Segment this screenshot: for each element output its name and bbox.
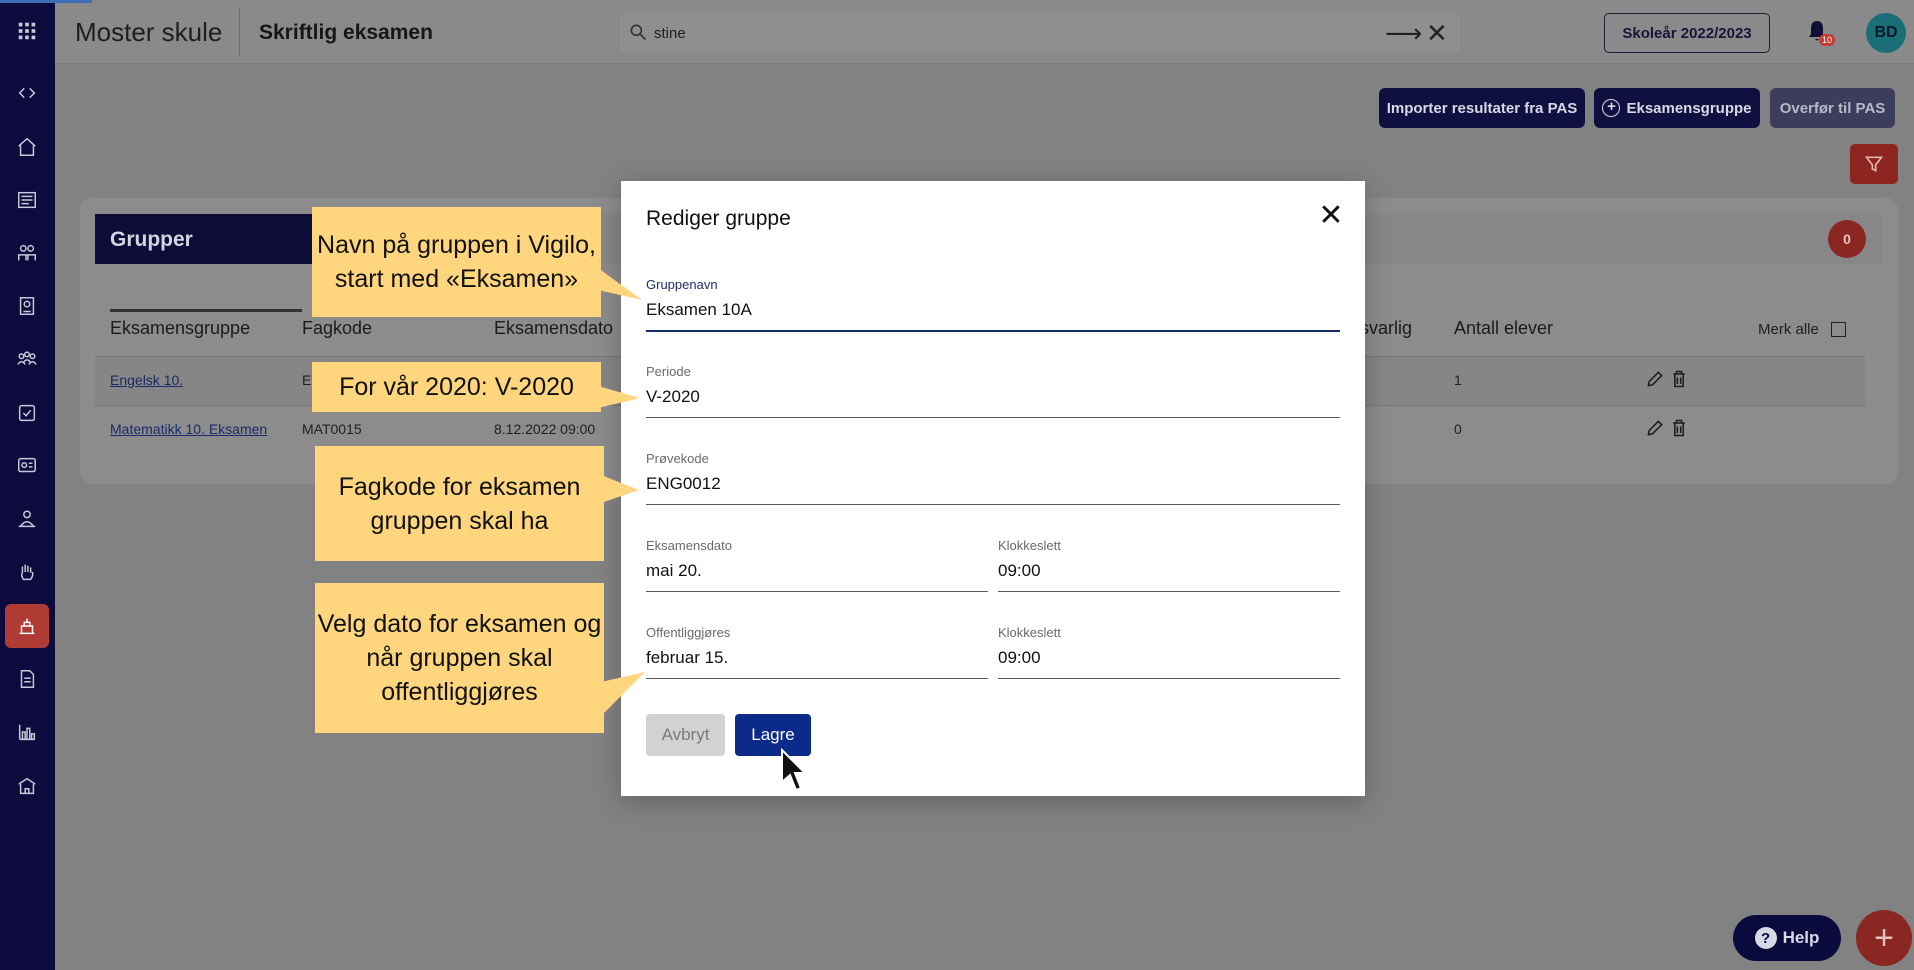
count-badge: 0 — [1828, 220, 1866, 258]
help-label: Help — [1782, 928, 1820, 947]
filter-icon — [1864, 156, 1884, 173]
dialog-title: Rediger gruppe — [646, 207, 791, 230]
edit-icon[interactable] — [1645, 418, 1665, 438]
publish-time-field[interactable]: Klokkeslett 09:00 — [998, 625, 1340, 679]
search-icon — [628, 22, 650, 44]
group-name-field[interactable]: Gruppenavn Eksamen 10A — [646, 277, 1340, 332]
exam-date-field[interactable]: Eksamensdato mai 20. — [646, 538, 988, 592]
classroom-icon[interactable] — [12, 451, 42, 481]
add-exam-group-button[interactable]: + Eksamensgruppe — [1594, 88, 1760, 128]
chart-icon[interactable] — [12, 717, 42, 747]
add-exam-group-label: Eksamensgruppe — [1626, 99, 1752, 117]
group-name-label: Gruppenavn — [646, 277, 718, 292]
callout-pointer — [601, 475, 639, 503]
publish-time-input[interactable]: 09:00 — [998, 648, 1340, 679]
avatar[interactable]: BD — [1866, 13, 1906, 53]
group-code: MAT0015 — [302, 421, 362, 437]
close-icon[interactable]: ✕ — [1315, 199, 1347, 232]
callout-pointer — [598, 386, 640, 408]
school-name: Moster skule — [75, 17, 223, 47]
edit-icon[interactable] — [1645, 369, 1665, 389]
row-actions — [1645, 418, 1695, 440]
plus-circle-icon: + — [1602, 99, 1621, 117]
exam-date-input[interactable]: mai 20. — [646, 561, 988, 592]
hand-icon[interactable] — [12, 557, 42, 587]
publish-date-input[interactable]: februar 15. — [646, 648, 988, 679]
search-input[interactable] — [654, 22, 1254, 44]
question-icon: ? — [1754, 927, 1777, 949]
test-code-label: Prøvekode — [646, 451, 709, 466]
mouse-cursor-icon — [781, 748, 808, 792]
groups-title: Grupper — [95, 214, 315, 264]
app-grid-icon[interactable] — [12, 16, 42, 46]
divider — [239, 8, 240, 56]
notification-count: 10 — [1819, 34, 1836, 46]
bell-icon[interactable]: 10 — [1805, 18, 1836, 48]
transfer-to-pas-button[interactable]: Overfør til PAS — [1770, 88, 1895, 128]
period-label: Periode — [646, 364, 691, 379]
group-link[interactable]: Matematikk 10. Eksamen — [110, 421, 267, 437]
exam-time-input[interactable]: 09:00 — [998, 561, 1340, 592]
column-header-responsible[interactable]: svarlig — [1360, 318, 1412, 339]
exam-date-label: Eksamensdato — [646, 538, 732, 553]
callout-pointer — [598, 268, 642, 300]
clear-search-icon[interactable]: ✕ — [1426, 18, 1448, 49]
edit-group-dialog: Rediger gruppe ✕ Gruppenavn Eksamen 10A … — [621, 181, 1365, 796]
arrow-right-icon[interactable]: ⟶ — [1385, 18, 1422, 49]
select-all-label: Merk alle — [1758, 321, 1819, 338]
trash-icon[interactable] — [1669, 369, 1689, 389]
column-header-student-count[interactable]: Antall elever — [1454, 318, 1553, 339]
top-bar: Moster skule Skriftlig eksamen ⟶ ✕ Skole… — [55, 0, 1914, 64]
person-icon[interactable] — [12, 504, 42, 534]
callout-period: For vår 2020: V-2020 — [312, 362, 601, 412]
import-results-button[interactable]: Importer resultater fra PAS — [1379, 88, 1585, 128]
add-fab-button[interactable]: + — [1856, 910, 1912, 966]
school-year-button[interactable]: Skoleår 2022/2023 — [1604, 13, 1770, 53]
badge-icon[interactable] — [12, 291, 42, 321]
search-bar: ⟶ ✕ — [620, 14, 1460, 52]
sort-indicator — [110, 309, 302, 312]
row-actions — [1645, 369, 1695, 391]
group-code: E — [302, 372, 312, 388]
select-all-checkbox[interactable] — [1831, 322, 1846, 337]
group-count: 1 — [1454, 372, 1462, 388]
document-icon[interactable] — [12, 664, 42, 694]
callout-pointer — [601, 672, 645, 716]
publish-date-label: Offentliggjøres — [646, 625, 731, 640]
tasks-icon[interactable] — [12, 398, 42, 428]
exam-icon[interactable] — [5, 604, 49, 648]
exam-time-label: Klokkeslett — [998, 538, 1061, 553]
period-field[interactable]: Periode V-2020 — [646, 364, 1340, 418]
groups-icon[interactable] — [12, 238, 42, 268]
group-name-input[interactable]: Eksamen 10A — [646, 300, 1340, 332]
help-button[interactable]: ? Help — [1733, 915, 1841, 961]
publish-time-label: Klokkeslett — [998, 625, 1061, 640]
filter-button[interactable] — [1850, 144, 1898, 184]
period-input[interactable]: V-2020 — [646, 387, 1340, 418]
trash-icon[interactable] — [1669, 418, 1689, 438]
column-header-exam-group[interactable]: Eksamensgruppe — [110, 318, 250, 339]
test-code-input[interactable]: ENG0012 — [646, 474, 1340, 505]
sidebar — [0, 0, 55, 970]
loading-bar — [0, 0, 92, 3]
column-header-date[interactable]: Eksamensdato — [494, 318, 613, 339]
callout-subject-code: Fagkode for eksamen gruppen skal ha — [315, 446, 604, 561]
column-header-code[interactable]: Fagkode — [302, 318, 372, 339]
publish-date-field[interactable]: Offentliggjøres februar 15. — [646, 625, 988, 679]
callout-group-name: Navn på gruppen i Vigilo, start med «Eks… — [312, 207, 601, 317]
expand-icon[interactable] — [12, 78, 42, 108]
exam-time-field[interactable]: Klokkeslett 09:00 — [998, 538, 1340, 592]
callout-dates: Velg dato for eksamen og når gruppen ska… — [315, 583, 604, 733]
people-icon[interactable] — [12, 344, 42, 374]
group-link[interactable]: Engelsk 10. — [110, 372, 183, 388]
home-icon[interactable] — [12, 132, 42, 162]
group-date: 8.12.2022 09:00 — [494, 421, 596, 437]
cancel-button[interactable]: Avbryt — [646, 714, 725, 756]
test-code-field[interactable]: Prøvekode ENG0012 — [646, 451, 1340, 505]
news-icon[interactable] — [12, 185, 42, 215]
group-count: 0 — [1454, 421, 1462, 437]
page-title: Skriftlig eksamen — [259, 21, 433, 44]
school-icon[interactable] — [12, 771, 42, 801]
